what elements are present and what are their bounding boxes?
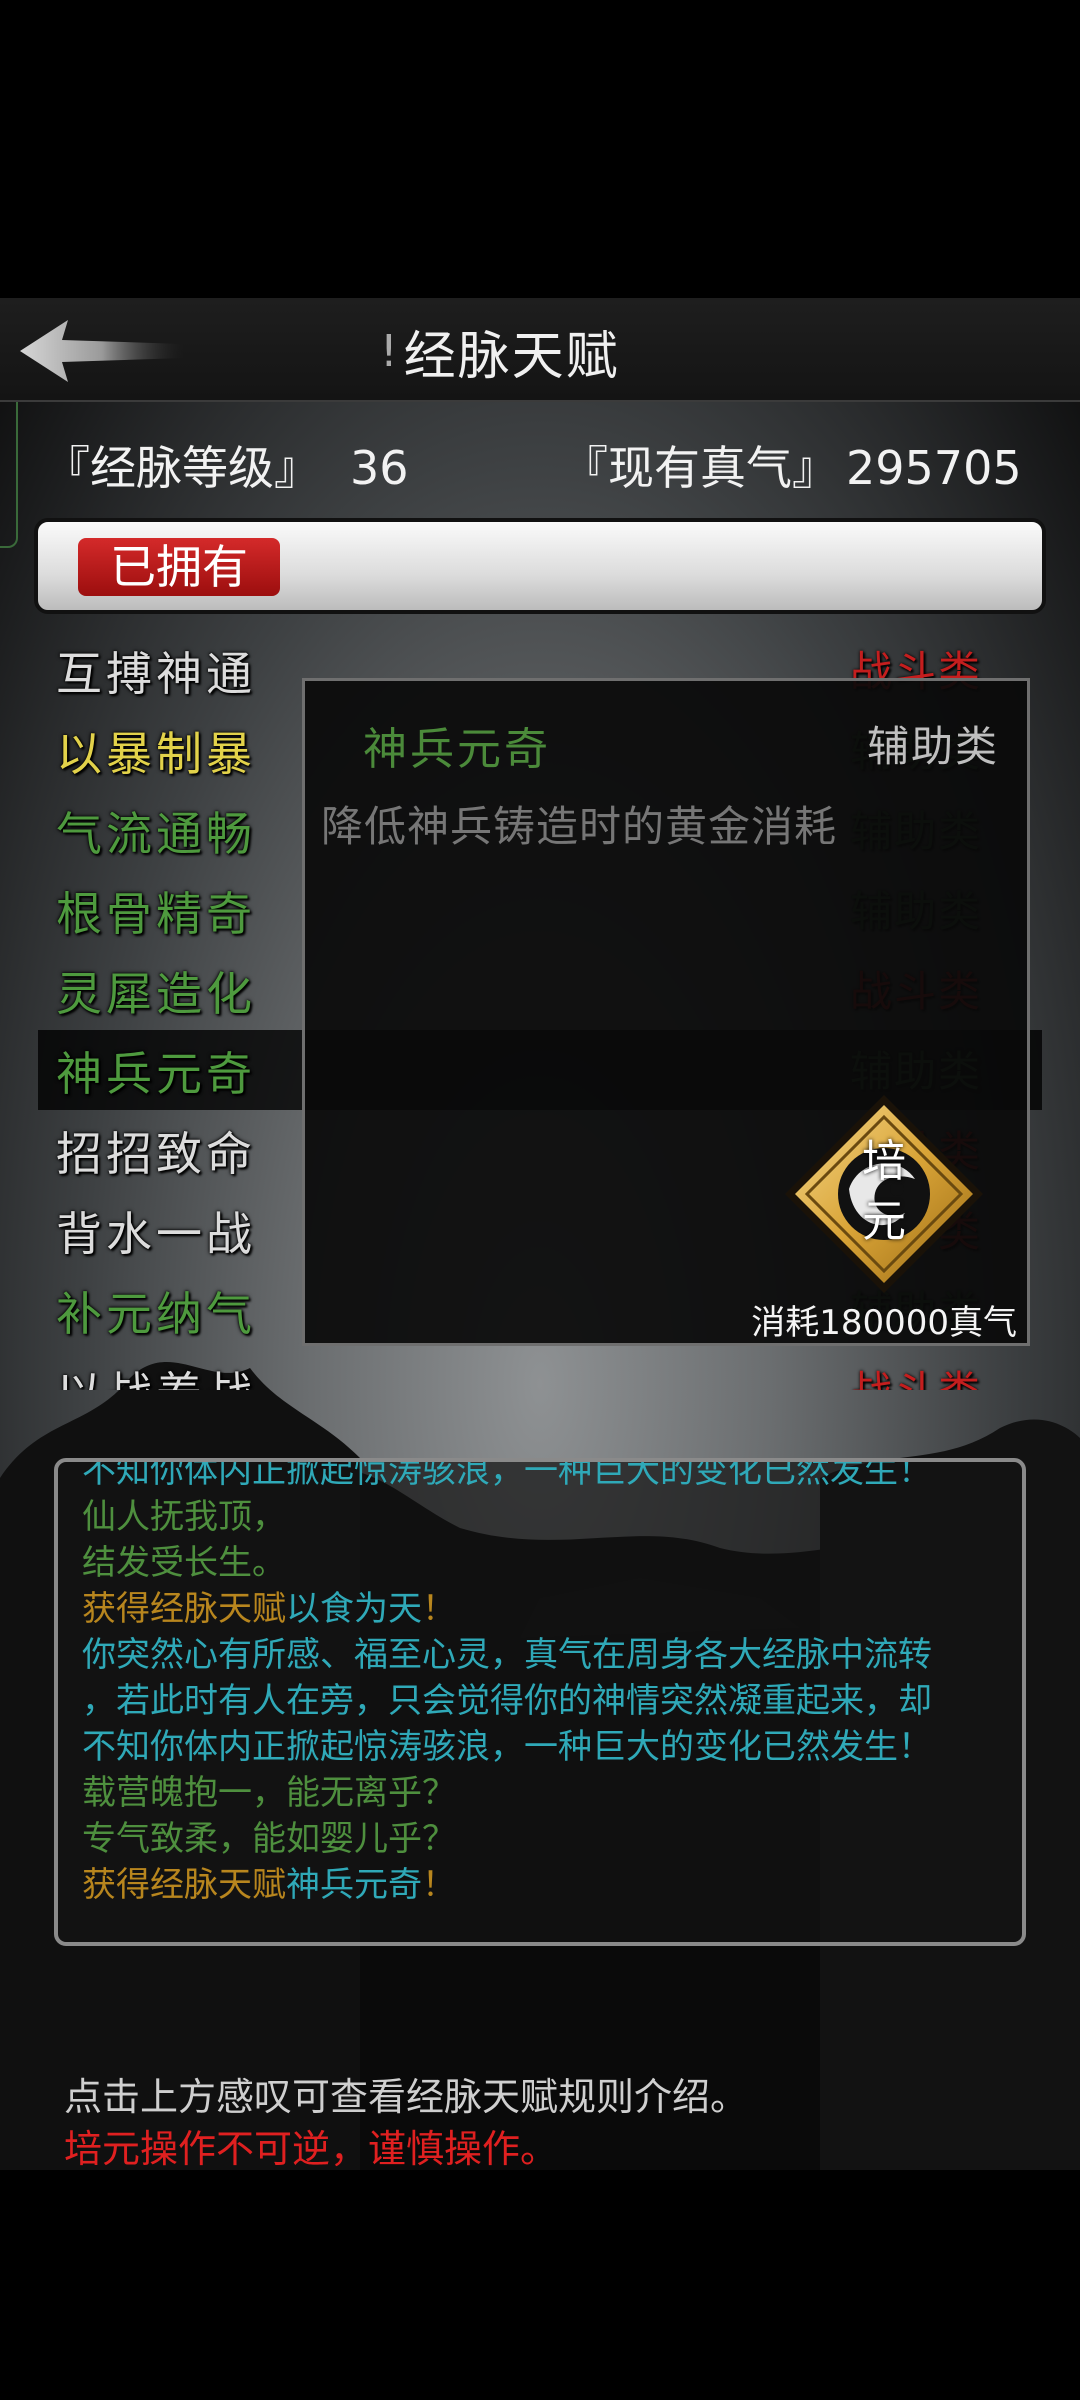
talent-name: 灵犀造化 — [56, 967, 256, 1021]
talent-name: 神兵元奇 — [56, 1047, 256, 1101]
talent-name: 根骨精奇 — [56, 887, 256, 941]
title-group: ! 经脉天赋 — [380, 318, 620, 387]
talent-name: 以暴制暴 — [56, 727, 256, 781]
current-qi-label: 『现有真气』 — [562, 441, 838, 495]
current-qi-value: 295705 — [846, 441, 1022, 495]
irreversible-warning-text: 培元操作不可逆，谨慎操作。 — [64, 2127, 559, 2171]
log-segment: 获得经脉天赋 — [82, 1865, 286, 1905]
detail-talent-description: 降低神兵铸造时的黄金消耗 — [321, 802, 838, 851]
log-line: 结发受长生。 — [82, 1543, 286, 1583]
log-line: 不知你体内正掀起惊涛骇浪，一种巨大的变化已然发生！ — [82, 1458, 932, 1491]
log-line: 载营魄抱一，能无离乎？ — [82, 1773, 456, 1813]
peiyuan-cost: 消耗180000真气 — [751, 1303, 1017, 1343]
log-line: 你突然心有所感、福至心灵，真气在周身各大经脉中流转 — [82, 1635, 932, 1675]
rules-hint-text: 点击上方感叹可查看经脉天赋规则介绍。 — [64, 2075, 749, 2119]
log-line: ，若此时有人在旁，只会觉得你的神情突然凝重起来，却 — [82, 1681, 932, 1721]
meridian-level-label: 『经脉等级』 — [44, 441, 320, 495]
status-area — [0, 0, 1080, 298]
info-exclamation-icon[interactable]: ! — [380, 326, 398, 377]
talent-name: 补元纳气 — [56, 1287, 256, 1341]
talent-name: 以战养战 — [56, 1358, 256, 1390]
detail-talent-name: 神兵元奇 — [363, 724, 551, 775]
log-segment: ！ — [422, 1589, 456, 1629]
talent-name: 互搏神通 — [56, 647, 256, 701]
footer-area — [0, 2170, 1080, 2400]
log-segment: 以食为天 — [286, 1589, 422, 1629]
peiyuan-label-2: 元 — [862, 1196, 906, 1247]
talent-name: 背水一战 — [56, 1207, 256, 1261]
log-segment: ！ — [422, 1865, 456, 1905]
meridian-level-value: 36 — [350, 441, 409, 495]
log-line: 获得经脉天赋以食为天！ — [82, 1586, 456, 1632]
talent-name: 气流通畅 — [56, 807, 256, 861]
owned-filter-tab[interactable]: 已拥有 — [78, 538, 280, 596]
detail-talent-category: 辅助类 — [866, 722, 999, 771]
log-line: 专气致柔，能如婴儿乎？ — [82, 1819, 456, 1859]
back-arrow-icon[interactable] — [16, 316, 186, 386]
talent-category: 战斗类 — [850, 1358, 982, 1390]
peiyuan-label-1: 培 — [862, 1136, 906, 1187]
log-line: 获得经脉天赋神兵元奇！ — [82, 1862, 456, 1908]
talent-detail-popup: 神兵元奇 辅助类 降低神兵铸造时的黄金消耗 培 元 消耗180000真气 — [302, 678, 1030, 1346]
talent-name: 招招致命 — [56, 1127, 256, 1181]
log-line: 不知你体内正掀起惊涛骇浪，一种巨大的变化已然发生！ — [82, 1727, 932, 1767]
log-line: 仙人抚我顶， — [82, 1497, 286, 1537]
talent-row[interactable]: 以战养战 战斗类 — [38, 1350, 1042, 1390]
page-title: 经脉天赋 — [403, 326, 620, 387]
peiyuan-button[interactable]: 培 元 — [779, 1089, 989, 1299]
message-log[interactable]: 不知你体内正掀起惊涛骇浪，一种巨大的变化已然发生！ 仙人抚我顶， 结发受长生。 获得经… — [54, 1458, 1026, 1946]
current-qi: 『现有真气』 295705 — [562, 432, 1022, 498]
meridian-level: 『经脉等级』 36 — [44, 432, 409, 498]
log-segment: 神兵元奇 — [286, 1865, 422, 1905]
log-segment: 获得经脉天赋 — [82, 1589, 286, 1629]
